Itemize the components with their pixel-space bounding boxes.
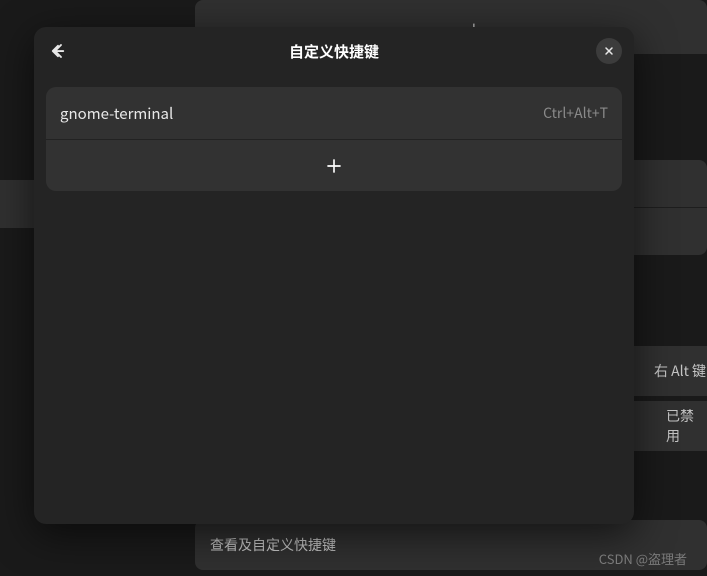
watermark: CSDN @盗理者 (599, 549, 687, 568)
dialog-body: gnome-terminal Ctrl+Alt+T (34, 75, 634, 524)
shortcut-name: gnome-terminal (60, 103, 173, 124)
bg-alt-label: 右 Alt 键 (654, 361, 706, 381)
bg-disabled-row: 已禁用 (630, 401, 707, 451)
add-shortcut-button[interactable] (46, 139, 622, 191)
bg-disabled-label: 已禁用 (666, 406, 707, 446)
arrow-left-icon (49, 42, 67, 60)
shortcuts-list: gnome-terminal Ctrl+Alt+T (46, 87, 622, 191)
close-button[interactable] (596, 38, 622, 64)
bg-footer-label: 查看及自定义快捷键 (210, 535, 336, 555)
shortcut-row[interactable]: gnome-terminal Ctrl+Alt+T (46, 87, 622, 139)
dialog-header: 自定义快捷键 (34, 27, 634, 75)
back-button[interactable] (46, 39, 70, 63)
custom-shortcuts-dialog: 自定义快捷键 gnome-terminal Ctrl+Alt+T (34, 27, 634, 524)
bg-alt-row: 右 Alt 键 (630, 346, 707, 396)
dialog-title: 自定义快捷键 (289, 41, 379, 62)
plus-icon (325, 157, 343, 175)
close-icon (603, 45, 615, 57)
shortcut-keys: Ctrl+Alt+T (543, 103, 608, 123)
